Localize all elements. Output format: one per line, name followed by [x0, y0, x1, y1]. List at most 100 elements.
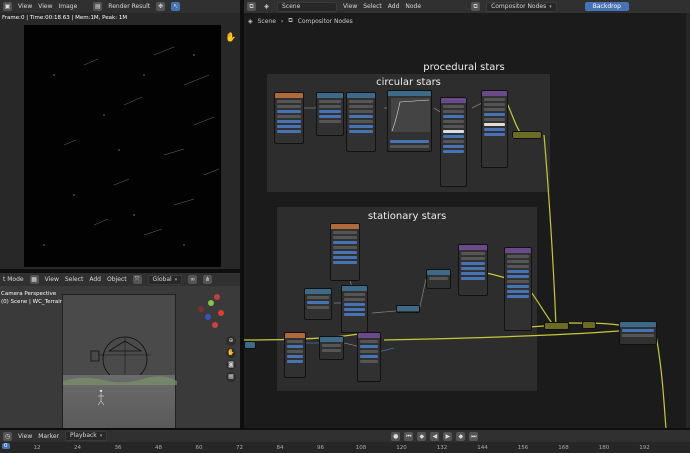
playback-controls: ● ⏮ ◆ ◀ ▶ ◆ ⏭ — [391, 431, 479, 441]
link-icon[interactable]: ∞ — [188, 275, 198, 284]
current-frame-indicator[interactable]: 0 — [2, 443, 10, 449]
viewport-3d[interactable]: Camera Perspective (0) Scene | WC_Terrai… — [0, 286, 240, 428]
gizmo-y-axis[interactable] — [208, 300, 214, 306]
menu-add[interactable]: Add — [388, 3, 400, 10]
node-tree-dropdown[interactable]: Compositor Nodes — [486, 1, 557, 12]
node-reroute-3[interactable] — [244, 341, 256, 349]
timeline-view-menu[interactable]: View — [18, 433, 32, 440]
timeline-tick-60: 60 — [195, 445, 203, 451]
timeline-tick-84: 84 — [276, 445, 284, 451]
mode-menu[interactable]: t Mode — [3, 276, 24, 283]
image-browse-icon[interactable]: ▤ — [93, 2, 103, 11]
node-polar-coordinates[interactable] — [346, 92, 376, 152]
node-tree-icon[interactable]: ⧉ — [471, 2, 481, 11]
snap-icon[interactable]: ⋔ — [203, 275, 213, 284]
node-editor-canvas[interactable]: ◈ Scene › ⧉ Compositor Nodes procedural … — [244, 13, 690, 429]
timeline-tick-12: 12 — [33, 445, 41, 451]
menu-object[interactable]: Object — [107, 276, 127, 283]
editor-type-icon[interactable]: ▣ — [3, 2, 12, 11]
jump-start-icon[interactable]: ⏮ — [404, 431, 414, 441]
menu-node[interactable]: Node — [405, 3, 421, 10]
node-map-range-1[interactable] — [316, 92, 344, 136]
node-tree-value: Compositor Nodes — [491, 2, 547, 10]
node-math-1[interactable] — [396, 305, 420, 313]
timeline-tick-36: 36 — [114, 445, 122, 451]
frame-info-text: Frame:0 | Time:00:18.63 | Mem:1M, Peak: … — [2, 15, 128, 21]
node-reroute-4[interactable] — [582, 321, 596, 329]
render-result-image — [24, 25, 221, 267]
node-mix-1[interactable] — [440, 97, 467, 187]
node-math-2[interactable] — [319, 336, 344, 360]
star-streaks — [43, 46, 220, 246]
zoom-icon[interactable]: ⊕ — [226, 336, 236, 346]
editor-type-icon[interactable]: ⧉ — [247, 2, 256, 11]
node-glare[interactable] — [504, 247, 532, 331]
timeline-tick-132: 132 — [436, 445, 448, 451]
menu-view-1[interactable]: View — [18, 3, 32, 10]
backdrop-button[interactable]: Backdrop — [584, 2, 629, 11]
gizmo-z-axis[interactable] — [205, 314, 211, 320]
node-mix-3[interactable] — [458, 244, 488, 296]
node-separate[interactable] — [304, 288, 332, 320]
record-icon[interactable]: ● — [391, 431, 401, 441]
perspective-icon[interactable]: ▦ — [226, 372, 236, 382]
gizmo-neg-z[interactable] — [212, 322, 218, 328]
node-rgb-curves[interactable] — [387, 90, 432, 152]
node-blur[interactable] — [357, 332, 381, 382]
menu-add[interactable]: Add — [89, 276, 101, 283]
node-sun-beams[interactable] — [481, 90, 508, 168]
menu-select[interactable]: Select — [363, 3, 382, 10]
node-noise-texture-2[interactable] — [330, 223, 360, 281]
node-reroute-1[interactable] — [512, 131, 542, 139]
image-editor-area[interactable]: Frame:0 | Time:00:18.63 | Mem:1M, Peak: … — [0, 13, 240, 269]
node-alpha-over[interactable] — [619, 321, 657, 345]
node-map-range-2[interactable] — [341, 285, 368, 333]
image-name[interactable]: Render Result — [108, 3, 150, 10]
horizontal-separator[interactable] — [0, 269, 240, 273]
camera-frame — [62, 294, 177, 428]
transform-orientation-icon[interactable]: ⤧ — [132, 275, 142, 284]
menu-view[interactable]: View — [343, 3, 357, 10]
camera-view-icon[interactable]: ◙ — [226, 360, 236, 370]
node-links — [244, 100, 667, 429]
scene-dropdown[interactable]: Scene — [277, 1, 337, 12]
playback-label: Playback — [70, 432, 97, 439]
transform-orientation-value: Global — [152, 275, 172, 283]
timeline-header: ◷ View Marker Playback ● ⏮ ◆ ◀ ▶ ◆ ⏭ — [0, 430, 690, 442]
play-reverse-icon[interactable]: ◀ — [430, 431, 440, 441]
prev-keyframe-icon[interactable]: ◆ — [417, 431, 427, 441]
pan-icon[interactable]: ✋ — [226, 348, 236, 358]
gizmo-up[interactable] — [214, 294, 220, 300]
clock-icon[interactable]: ◷ — [3, 431, 12, 441]
node-editor-sidebar-edge[interactable] — [686, 13, 690, 429]
terrain-mesh — [63, 375, 177, 428]
timeline-marker-menu[interactable]: Marker — [38, 433, 59, 440]
pointer-icon[interactable]: ↖ — [171, 2, 181, 11]
scene-icon[interactable]: ◈ — [262, 2, 271, 11]
next-keyframe-icon[interactable]: ◆ — [456, 431, 466, 441]
play-icon[interactable]: ▶ — [443, 431, 453, 441]
image-editor-header: ▣ View View Image ▤ Render Result ✥ ↖ — [0, 0, 240, 13]
jump-end-icon[interactable]: ⏭ — [469, 431, 479, 441]
node-mix-2[interactable] — [426, 269, 451, 289]
view-menu-icon[interactable]: ▦ — [29, 275, 39, 284]
transform-orientation-dropdown[interactable]: Global — [147, 274, 183, 285]
timeline-ruler[interactable]: 0 12 24 36 48 60 72 84 96 108 120 132 144 156 168 180 1… — [0, 442, 690, 453]
pin-icon[interactable]: ✥ — [156, 2, 166, 11]
menu-view-2[interactable]: View — [38, 3, 52, 10]
node-reroute-2[interactable] — [544, 322, 569, 330]
gizmo-x-axis[interactable] — [218, 310, 224, 316]
menu-image[interactable]: Image — [59, 3, 78, 10]
pan-hand-icon[interactable]: ✋ — [225, 33, 236, 43]
timeline-tick-72: 72 — [236, 445, 243, 451]
timeline-tick-192: 192 — [639, 445, 650, 451]
menu-select[interactable]: Select — [65, 276, 84, 283]
terrain-grass — [63, 376, 177, 406]
node-color-ramp[interactable] — [284, 332, 306, 378]
vertical-separator[interactable] — [240, 0, 244, 430]
playback-dropdown[interactable]: Playback — [65, 431, 108, 441]
node-noise-texture-1[interactable] — [274, 92, 304, 144]
gizmo-neg-x[interactable] — [198, 306, 204, 312]
timeline-tick-96: 96 — [317, 445, 324, 451]
menu-view[interactable]: View — [45, 276, 59, 283]
